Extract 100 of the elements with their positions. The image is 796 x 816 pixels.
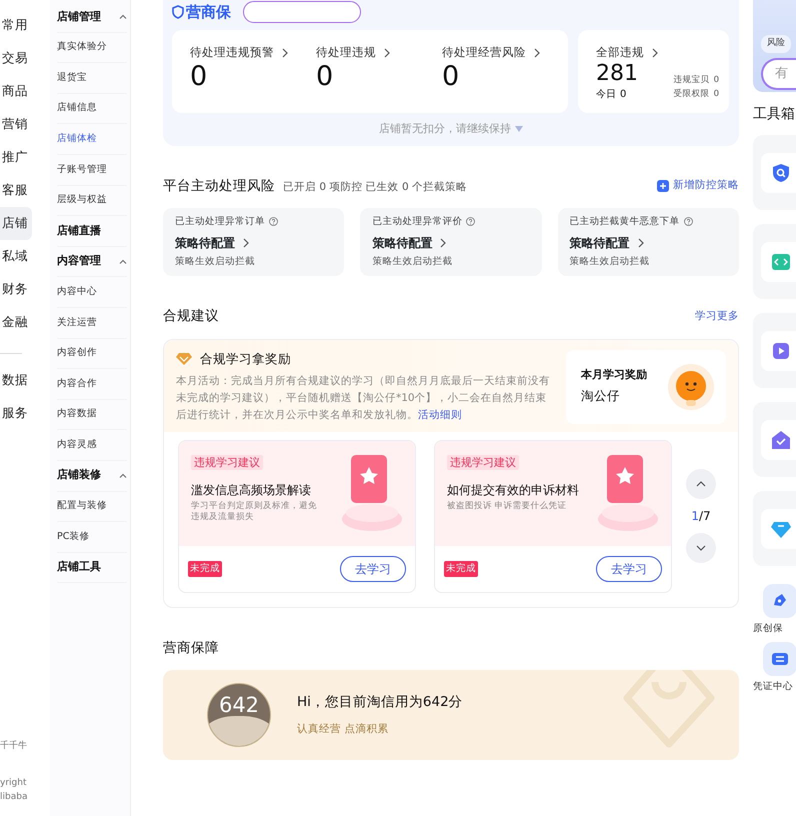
mascot-drawing [668, 364, 714, 410]
chevron-up-icon [119, 259, 127, 264]
violation-link[interactable]: 待处理违规 [316, 44, 376, 62]
nav-item[interactable]: 店铺信息 [57, 94, 127, 124]
section-title: 合规建议 [163, 307, 219, 326]
shortcut-label: 凭证中心 [753, 680, 793, 694]
diamond-icon [771, 519, 791, 539]
chevron-up-icon [696, 481, 706, 488]
course-description: 被盗图投诉 申诉需要什么凭证 [447, 501, 568, 512]
violation-link[interactable]: 待处理违规预警 [190, 44, 274, 62]
credit-slogan: 认真经营 点滴积累 [297, 722, 390, 738]
study-button[interactable]: 去学习 [596, 556, 662, 582]
promo-text: 本月活动：完成当月所有合规建议的学习（即自然月月底最后一天结束前没有未完成的学习建议），平台随机赠送【淘公仔*10个】，小二会在自然月结束后进行统计，并在次月公示中奖名单和发放礼物。活动细则 [176, 374, 550, 423]
nav-item[interactable]: 配置与装修 [57, 492, 127, 522]
course-tag: 违规学习建议 [447, 454, 519, 470]
nav-item[interactable]: 店铺体检 [57, 124, 127, 155]
course-description: 学习平台判定原则及标准，避免违规及流量损失 [191, 501, 318, 524]
strategy-link[interactable]: 策略待配置 [175, 234, 332, 252]
card-hint: 策略生效启动拦截 [372, 255, 454, 269]
section-title: 平台主动处理风险 [163, 176, 275, 196]
app-name: 千千牛 [0, 740, 28, 752]
nav-item[interactable]: 子账号管理 [57, 154, 127, 186]
violation-link[interactable]: 全部违规 [596, 44, 644, 62]
course-title: 如何提交有效的申诉材料 [447, 482, 579, 500]
course-tag: 违规学习建议 [191, 454, 263, 470]
diamond-icon [176, 352, 192, 365]
violation-count: 0 [442, 61, 460, 94]
upgrade-button[interactable] [243, 1, 361, 23]
nav-group[interactable]: 店铺装修 [57, 460, 127, 492]
reward-name: 淘公仔 [581, 387, 621, 406]
chevron-up-icon [119, 14, 127, 20]
shortcut-button[interactable] [763, 584, 796, 618]
study-button[interactable]: 去学习 [340, 556, 406, 582]
chevron-down-icon [696, 545, 706, 552]
nav-item[interactable]: 退货宝 [57, 63, 127, 94]
stat-value: 0 [714, 74, 719, 87]
promo-title: 合规学习拿奖励 [200, 350, 291, 368]
nav-item[interactable]: 私域 [0, 240, 50, 273]
nav-item[interactable]: 推广 [0, 141, 50, 174]
status-badge: 未完成 [444, 560, 478, 577]
strategy-link[interactable]: 策略待配置 [570, 234, 727, 252]
risk-chip[interactable]: 风险 [761, 35, 791, 52]
help-icon [269, 217, 278, 226]
help-icon [466, 217, 476, 226]
card-label: 已主动处理异常订单 [175, 214, 265, 229]
tool-card[interactable] [753, 313, 796, 388]
nav-item[interactable]: 内容合作 [57, 369, 127, 400]
nav-item[interactable]: PC装修 [57, 522, 127, 553]
shortcut-button[interactable] [763, 642, 796, 676]
nav-item[interactable]: 店铺直播 [57, 216, 127, 247]
nav-item[interactable]: 关注运营 [57, 308, 127, 339]
chevron-up-icon [119, 473, 127, 478]
shortcut-label: 原创保 [753, 622, 783, 636]
add-strategy-link[interactable]: 新增防控策略 [657, 178, 739, 194]
page-current: 1 [691, 508, 699, 526]
tool-card[interactable] [753, 135, 796, 210]
nav-item[interactable]: 营销 [0, 108, 50, 141]
section-title: 营商保障 [163, 638, 220, 658]
nav-item[interactable]: 内容灵感 [57, 430, 127, 461]
section-title: 工具箱 [753, 105, 796, 124]
tool-card[interactable] [753, 402, 796, 477]
play-icon [771, 341, 791, 361]
shield-search-icon [771, 163, 791, 183]
card-hint: 策略生效启动拦截 [570, 255, 651, 269]
nav-item[interactable]: 服务 [0, 397, 50, 430]
nav-item[interactable]: 交易 [0, 42, 50, 75]
stat-label: 违规宝贝 [674, 74, 710, 87]
nav-item[interactable]: 内容创作 [57, 338, 127, 370]
nav-item[interactable]: 内容数据 [57, 400, 127, 430]
nav-group[interactable]: 店铺管理 [57, 2, 127, 33]
nav-item[interactable]: 客服 [0, 174, 50, 207]
chevron-right-icon [282, 48, 288, 58]
nav-item[interactable]: 商品 [0, 75, 50, 108]
nav-item[interactable]: 金融 [0, 306, 50, 339]
page-total: /7 [698, 508, 711, 526]
today-count: 0 [620, 88, 626, 102]
violation-link[interactable]: 待处理经营风险 [442, 44, 526, 62]
nav-item[interactable]: 真实体验分 [57, 32, 127, 64]
tool-card[interactable] [753, 491, 796, 566]
tool-card[interactable] [753, 224, 796, 299]
nav-item[interactable]: 层级与权益 [57, 186, 127, 216]
stat-label: 受限权限 [674, 88, 710, 102]
nav-item[interactable]: 店铺 [0, 207, 32, 240]
nav-item[interactable]: 数据 [0, 364, 50, 397]
chevron-right-icon [384, 48, 390, 58]
chevron-right-icon [534, 48, 540, 58]
learn-more-link[interactable]: 学习更多 [695, 308, 739, 324]
reward-label: 本月学习奖励 [581, 366, 647, 383]
code-icon [771, 252, 791, 272]
nav-item[interactable]: 常用 [0, 9, 50, 42]
nav-item[interactable]: 财务 [0, 273, 50, 306]
course-title: 滥发信息高频场景解读 [191, 482, 312, 500]
nav-item[interactable]: 内容中心 [57, 277, 127, 308]
strategy-link[interactable]: 策略待配置 [372, 234, 530, 252]
rules-link[interactable]: 活动细则 [418, 408, 462, 421]
today-label: 今日 [596, 88, 616, 102]
caret-down-icon [515, 126, 523, 132]
nav-item[interactable]: 店铺工具 [57, 552, 127, 584]
violation-count: 0 [190, 61, 208, 94]
nav-group[interactable]: 内容管理 [57, 246, 127, 278]
